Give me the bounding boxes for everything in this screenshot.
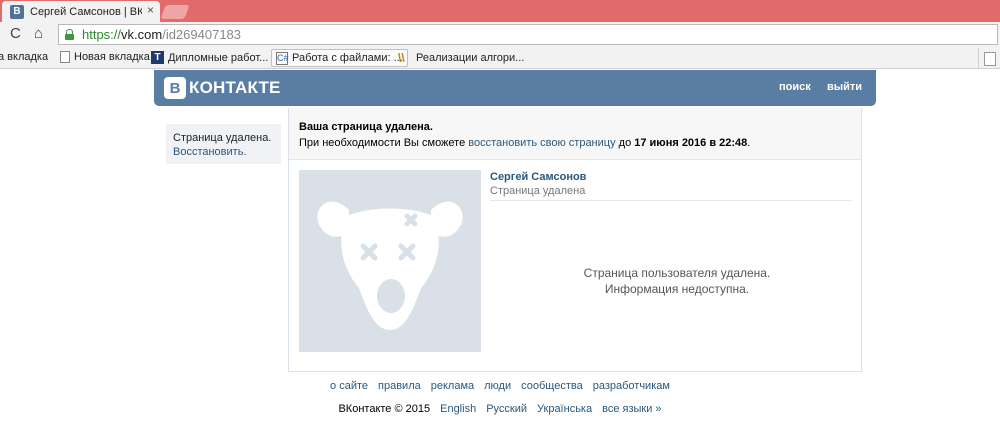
deleted-notice: Ваша страница удалена. При необходимости… [289, 108, 861, 160]
bookmark-item[interactable]: Новая вкладка [60, 51, 150, 63]
footer-link-rules[interactable]: правила [378, 380, 421, 392]
footer-link-people[interactable]: люди [484, 380, 511, 392]
lock-icon [65, 29, 74, 40]
deleted-avatar [299, 170, 481, 352]
lang-ukrainian[interactable]: Українська [537, 403, 592, 415]
page-icon [60, 51, 70, 63]
deleted-dog-icon [317, 201, 463, 330]
sidebar-deleted-text: Страница удалена. [173, 132, 272, 144]
other-bookmarks-icon[interactable] [978, 48, 1000, 69]
footer-link-communities[interactable]: сообщества [521, 380, 583, 392]
vk-logo-icon: B [164, 77, 186, 99]
restore-page-link[interactable]: восстановить свою страницу [468, 137, 615, 149]
notice-title: Ваша страница удалена. [299, 121, 433, 133]
c-icon: C# [276, 51, 289, 65]
browser-toolbar: C ⌂ https://vk.com/id269407183 [0, 22, 1000, 48]
t-icon: T [151, 51, 164, 64]
divider [490, 200, 852, 201]
vk-logo[interactable]: B КОНТАКТЕ [164, 77, 281, 99]
bookmark-item[interactable]: \\ Реализации алгори... [398, 51, 524, 65]
bookmark-item[interactable]: T Дипломные работ... [151, 51, 268, 64]
deleted-message: Страница пользователя удалена. Информаци… [583, 266, 771, 296]
search-link[interactable]: поиск [779, 81, 811, 93]
address-bar[interactable]: https://vk.com/id269407183 [58, 24, 998, 45]
profile-name[interactable]: Сергей Самсонов [490, 171, 586, 183]
footer-link-ads[interactable]: реклама [431, 380, 474, 392]
restore-deadline: 17 июня 2016 в 22:48 [634, 137, 748, 149]
lang-russian[interactable]: Русский [486, 403, 527, 415]
notice-text: При необходимости Вы сможете восстановит… [299, 137, 751, 149]
footer-link-developers[interactable]: разработчикам [593, 380, 670, 392]
tab-title: Сергей Самсонов | ВКонт [30, 5, 142, 18]
bookmarks-bar: а вкладка Новая вкладка T Дипломные рабо… [0, 48, 1000, 69]
profile-content: Ваша страница удалена. При необходимости… [288, 108, 862, 372]
lang-english[interactable]: English [440, 403, 476, 415]
sidebar-restore-link[interactable]: Восстановить. [173, 145, 281, 159]
sidebar-notice: Страница удалена. Восстановить. [166, 124, 281, 164]
bookmark-item[interactable]: а вкладка [0, 51, 48, 63]
footer-link-about[interactable]: о сайте [330, 380, 368, 392]
profile-status: Страница удалена [490, 185, 586, 197]
lang-all[interactable]: все языки » [602, 403, 661, 415]
reload-icon[interactable]: C [10, 25, 21, 42]
wave-icon: \\ [398, 51, 405, 65]
url-text: https://vk.com/id269407183 [82, 27, 242, 42]
copyright: ВКонтакте © 2015 [338, 403, 431, 415]
footer-links: о сайте правила реклама люди сообщества разра… [0, 380, 1000, 392]
new-tab-button[interactable] [160, 5, 190, 19]
home-icon[interactable]: ⌂ [34, 25, 43, 42]
vk-logo-text: КОНТАКТЕ [189, 78, 281, 97]
tab-strip: B Сергей Самсонов | ВКонт × [0, 0, 1000, 22]
browser-tab[interactable]: B Сергей Самсонов | ВКонт × [2, 1, 160, 22]
vk-favicon-icon: B [10, 4, 24, 19]
vk-header: B КОНТАКТЕ поиск выйти [154, 70, 876, 106]
tab-close-icon[interactable]: × [147, 3, 154, 17]
footer-languages: ВКонтакте © 2015 English Русский Українська… [0, 403, 1000, 415]
logout-link[interactable]: выйти [827, 81, 862, 93]
bookmark-item[interactable]: C# Работа с файлами: ... [271, 49, 408, 67]
